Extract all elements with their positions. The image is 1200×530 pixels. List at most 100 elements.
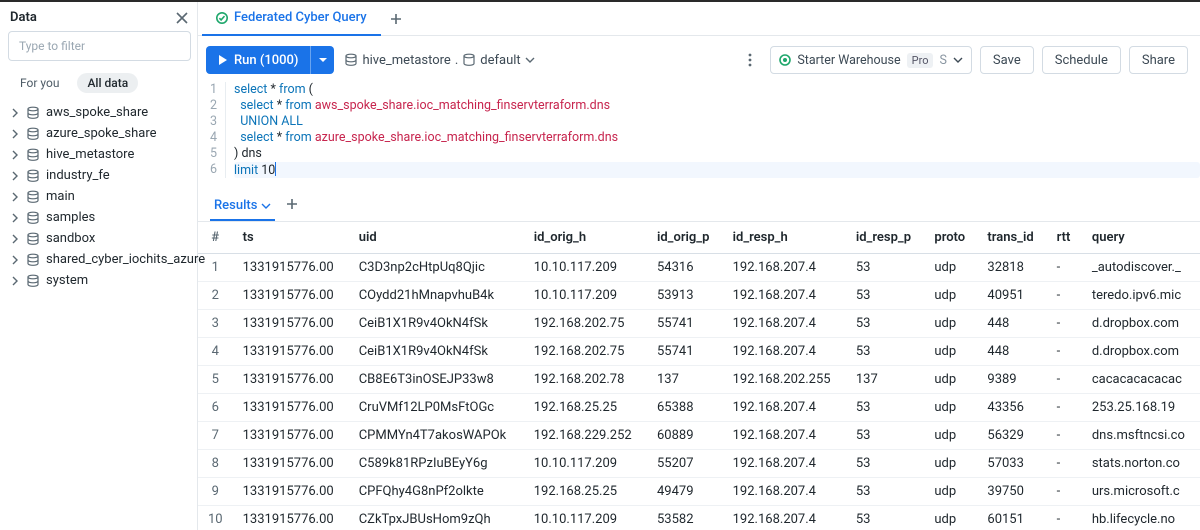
sidebar-item[interactable]: shared_cyber_iochits_azure [8,250,191,269]
column-header[interactable]: id_resp_p [846,222,925,254]
cell: CZkTpxJBUsHom9zQh [349,506,524,530]
sidebar-item[interactable]: industry_fe [8,166,191,185]
database-icon [26,274,40,288]
cell: 448 [977,310,1046,338]
cell: 192.168.207.4 [723,310,846,338]
close-icon[interactable] [175,11,189,25]
sql-editor[interactable]: 123456 select * from ( select * from aws… [198,82,1200,186]
column-header[interactable]: proto [924,222,977,254]
cell: 5 [198,366,233,394]
table-row[interactable]: 21331915776.00COydd21hMnapvhuB4k10.10.11… [198,282,1200,310]
catalog-name: hive_metastore [362,53,450,68]
sidebar-item[interactable]: azure_spoke_share [8,124,191,143]
table-row[interactable]: 81331915776.00C589k81RPzIuBEyY6g10.10.11… [198,450,1200,478]
table-row[interactable]: 61331915776.00CruVMf12LP0MsFtOGc192.168.… [198,394,1200,422]
filter-input[interactable] [8,31,191,61]
cell: hb.lifecycle.no [1082,506,1200,530]
new-tab-button[interactable] [381,12,411,26]
sidebar-item[interactable]: hive_metastore [8,145,191,164]
cell: 10.10.117.209 [524,506,647,530]
column-header[interactable]: id_orig_p [647,222,723,254]
cell: 10.10.117.209 [524,254,647,282]
catalog-selector[interactable]: hive_metastore [344,53,450,68]
table-row[interactable]: 31331915776.00CeiB1X1R9v4OkN4fSk192.168.… [198,310,1200,338]
results-table-wrapper[interactable]: #tsuidid_orig_hid_orig_pid_resp_hid_resp… [198,222,1200,530]
schedule-button[interactable]: Schedule [1042,46,1121,74]
cell: 53 [846,254,925,282]
database-icon [26,169,40,183]
cell: udp [924,254,977,282]
save-button[interactable]: Save [980,46,1034,74]
results-table: #tsuidid_orig_hid_orig_pid_resp_hid_resp… [198,222,1200,530]
sidebar-item-label: industry_fe [46,168,110,183]
results-tab[interactable]: Results [210,192,275,221]
database-icon [26,211,40,225]
sidebar-item-label: hive_metastore [46,147,134,162]
chevron-down-icon [525,55,535,65]
run-button[interactable]: Run (1000) [206,46,310,74]
column-header[interactable]: rtt [1047,222,1082,254]
run-options-button[interactable] [310,46,334,74]
cell: 1331915776.00 [233,366,349,394]
column-header[interactable]: ts [233,222,349,254]
table-row[interactable]: 51331915776.00CB8E6T3inOSEJP33w8192.168.… [198,366,1200,394]
cell: - [1047,422,1082,450]
table-row[interactable]: 41331915776.00CeiB1X1R9v4OkN4fSk192.168.… [198,338,1200,366]
editor-code[interactable]: select * from ( select * from aws_spoke_… [226,82,1200,178]
cell: 54316 [647,254,723,282]
cell: 192.168.229.252 [524,422,647,450]
tab-federated-cyber-query[interactable]: Federated Cyber Query [202,2,381,36]
cell: 1331915776.00 [233,422,349,450]
scope-for-you[interactable]: For you [10,73,69,93]
cell: 10 [198,506,233,530]
sidebar-item[interactable]: samples [8,208,191,227]
sidebar-item[interactable]: system [8,271,191,290]
cell: udp [924,422,977,450]
cell: 9 [198,478,233,506]
sidebar-item[interactable]: aws_spoke_share [8,103,191,122]
table-row[interactable]: 91331915776.00CPFQhy4G8nPf2olkte192.168.… [198,478,1200,506]
column-header[interactable]: # [198,222,233,254]
cell: 32818 [977,254,1046,282]
cell: 1 [198,254,233,282]
sidebar-item[interactable]: sandbox [8,229,191,248]
column-header[interactable]: trans_id [977,222,1046,254]
warehouse-size: S [939,53,946,68]
column-header[interactable]: id_resp_h [723,222,846,254]
table-row[interactable]: 101331915776.00CZkTpxJBUsHom9zQh10.10.11… [198,506,1200,530]
column-header[interactable]: uid [349,222,524,254]
cell: 1331915776.00 [233,478,349,506]
sidebar-item[interactable]: main [8,187,191,206]
chevron-down-icon [953,55,963,65]
scope-all-data[interactable]: All data [77,73,138,93]
cell: 7 [198,422,233,450]
schema-selector[interactable]: default [462,53,534,68]
add-visualization-button[interactable] [285,197,299,217]
warehouse-tier: Pro [907,53,934,68]
context-breadcrumb: hive_metastore . default [344,53,534,68]
warehouse-name: Starter Warehouse [797,53,900,68]
warehouse-selector[interactable]: Starter Warehouse Pro S [770,46,972,74]
column-header[interactable]: query [1082,222,1200,254]
sidebar-item-label: sandbox [46,231,95,246]
column-header[interactable]: id_orig_h [524,222,647,254]
results-tabs: Results [198,186,1200,221]
cell: 137 [647,366,723,394]
chevron-right-icon [10,150,20,160]
sidebar-item-label: system [46,273,88,288]
cell: CB8E6T3inOSEJP33w8 [349,366,524,394]
cell: - [1047,450,1082,478]
cell: udp [924,310,977,338]
more-options-button[interactable] [738,48,762,72]
cell: 10.10.117.209 [524,282,647,310]
cell: 55741 [647,338,723,366]
table-row[interactable]: 11331915776.00C3D3np2cHtpUq8Qjic10.10.11… [198,254,1200,282]
cell: - [1047,310,1082,338]
cell: urs.microsoft.c [1082,478,1200,506]
cell: 53582 [647,506,723,530]
database-icon [26,253,40,267]
cell: - [1047,366,1082,394]
table-row[interactable]: 71331915776.00CPMMYn4T7akosWAPOk192.168.… [198,422,1200,450]
share-button[interactable]: Share [1129,46,1188,74]
editor-gutter: 123456 [198,82,226,178]
